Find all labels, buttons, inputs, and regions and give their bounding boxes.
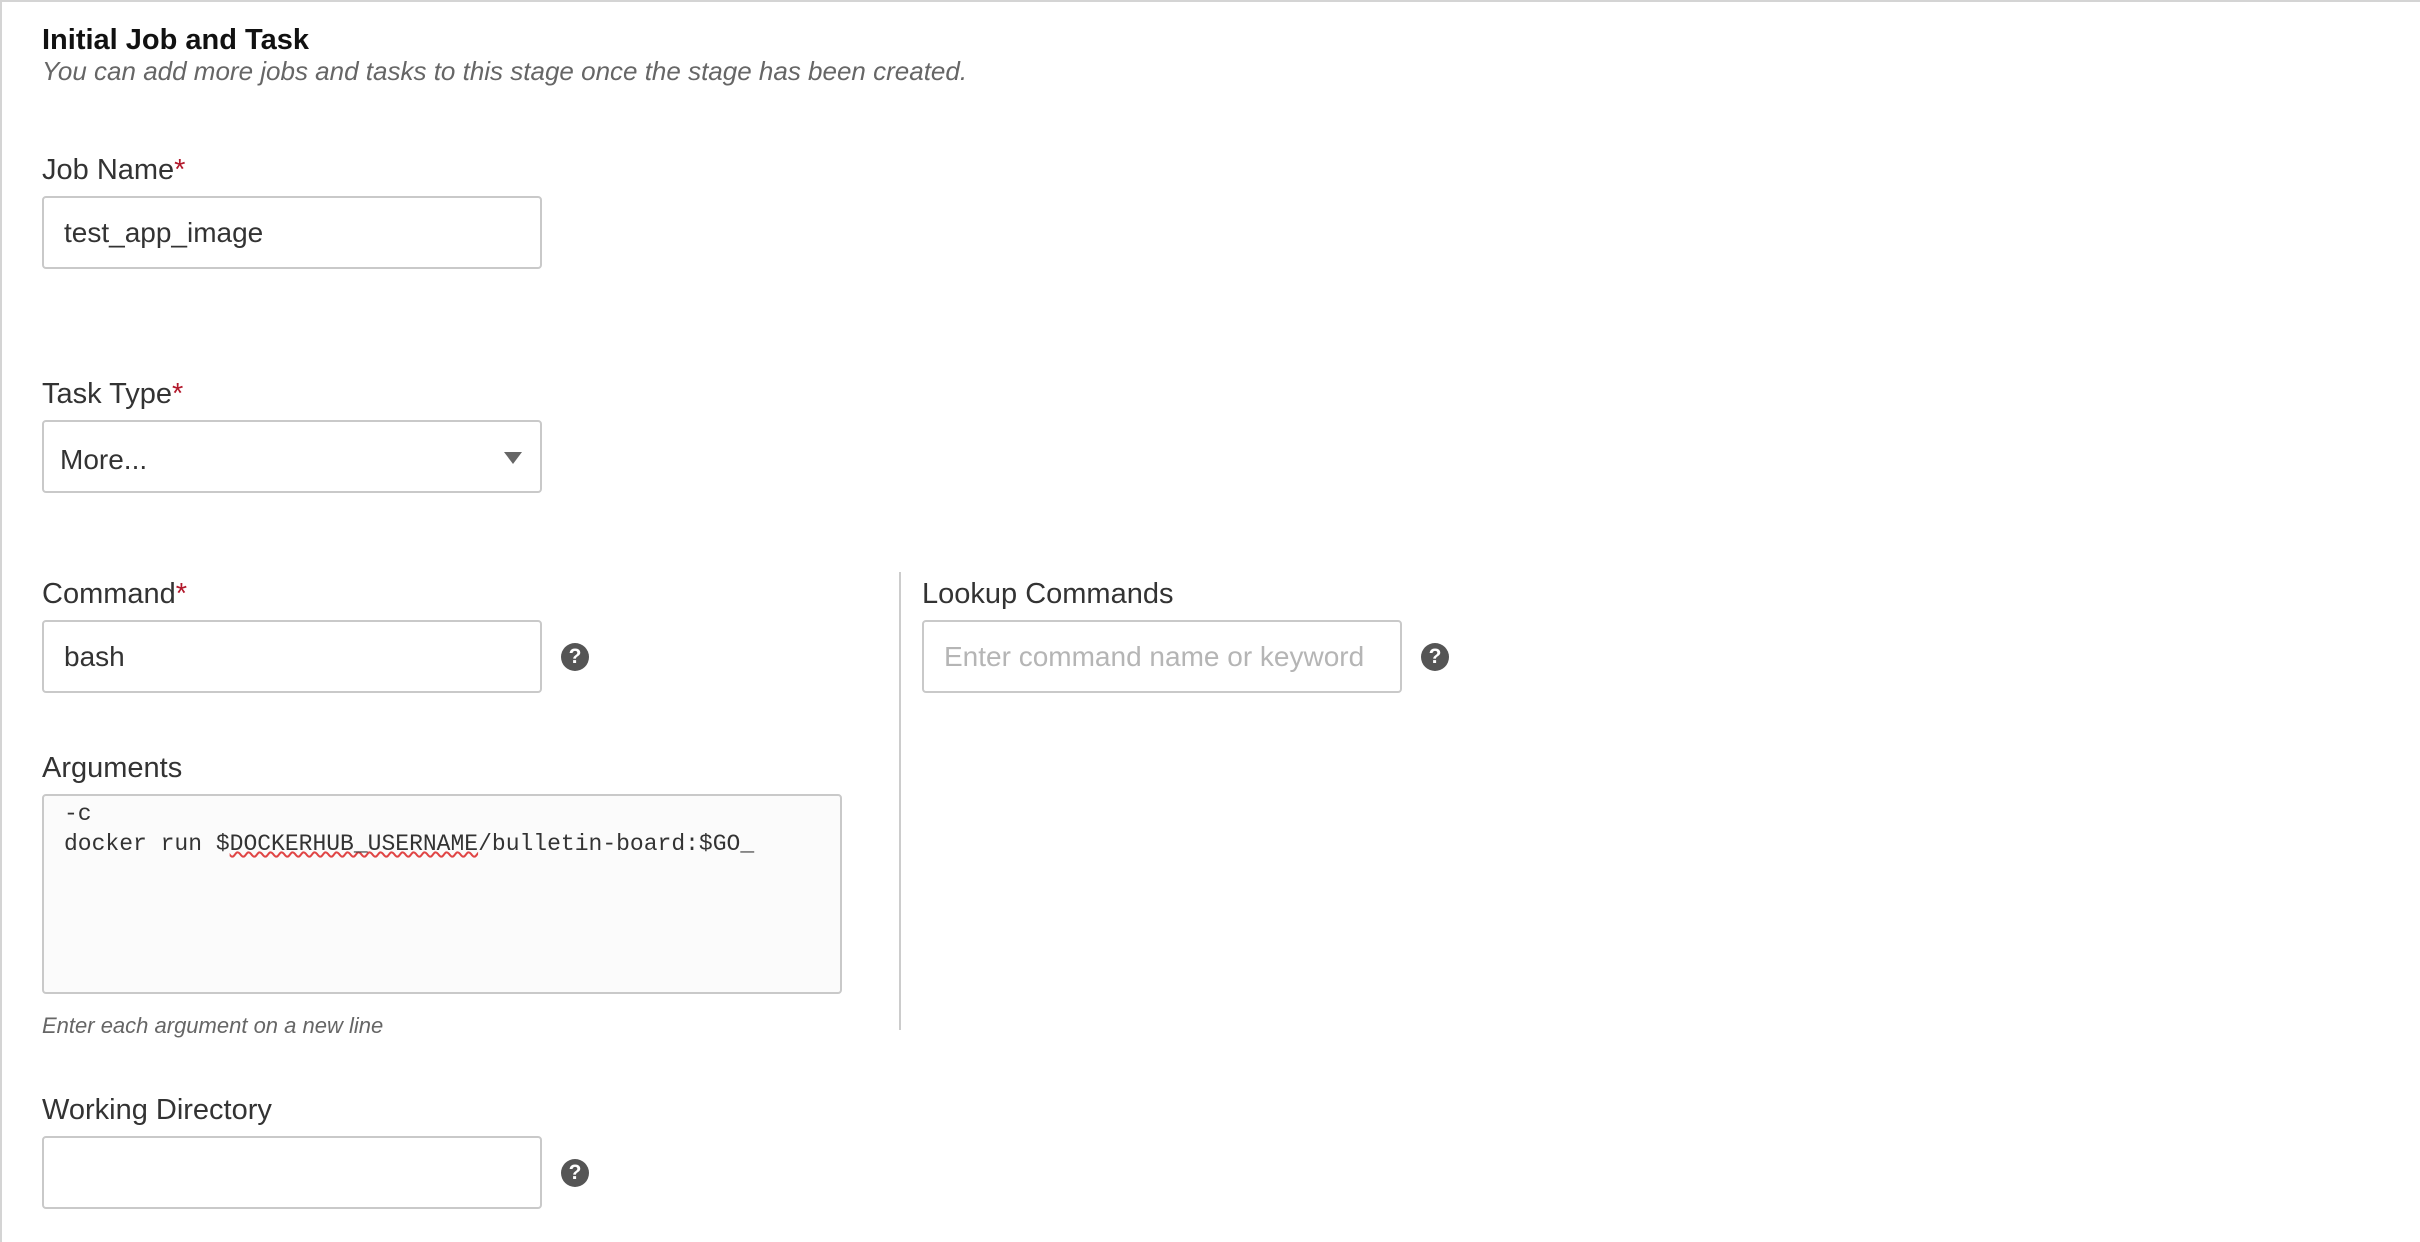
task-type-label-text: Task Type [42, 378, 173, 410]
task-type-label: Task Type* [42, 378, 183, 411]
job-name-label-text: Job Name [42, 154, 175, 186]
arguments-textarea[interactable]: -c docker run $DOCKERHUB_USERNAME/bullet… [42, 794, 842, 994]
required-asterisk: * [174, 154, 186, 186]
required-asterisk: * [172, 378, 184, 410]
working-directory-input[interactable] [42, 1136, 542, 1209]
required-asterisk: * [175, 578, 188, 610]
working-directory-help-icon[interactable]: ? [561, 1159, 589, 1187]
argument-line: docker run $DOCKERHUB_USERNAME/bulletin-… [64, 831, 754, 857]
command-input[interactable] [42, 620, 542, 693]
arguments-hint: Enter each argument on a new line [42, 1013, 384, 1038]
working-directory-label: Working Directory [42, 1094, 272, 1126]
section-title: Initial Job and Task [42, 24, 309, 56]
argument-line: -c [64, 801, 92, 827]
left-border [0, 0, 2, 1242]
arguments-label: Arguments [42, 752, 183, 784]
task-type-select[interactable]: More... [42, 420, 542, 493]
job-name-input[interactable] [42, 196, 542, 269]
dropdown-arrow-icon [504, 452, 522, 464]
spellcheck-flagged-word: DOCKERHUB_USERNAME [229, 831, 479, 857]
task-type-selected-value: More... [60, 444, 148, 475]
command-label: Command* [42, 578, 187, 611]
command-help-icon[interactable]: ? [561, 643, 589, 671]
lookup-commands-input[interactable] [922, 620, 1402, 693]
job-name-label: Job Name* [42, 154, 185, 187]
section-subtitle: You can add more jobs and tasks to this … [42, 56, 968, 86]
argument-text: /bulletin-board:$GO_ [478, 831, 755, 857]
lookup-commands-label: Lookup Commands [922, 578, 1174, 610]
top-border [0, 0, 2420, 2]
column-divider [899, 572, 901, 1030]
argument-text: docker run $ [64, 831, 230, 857]
lookup-help-icon[interactable]: ? [1421, 643, 1449, 671]
command-label-text: Command [42, 578, 176, 610]
